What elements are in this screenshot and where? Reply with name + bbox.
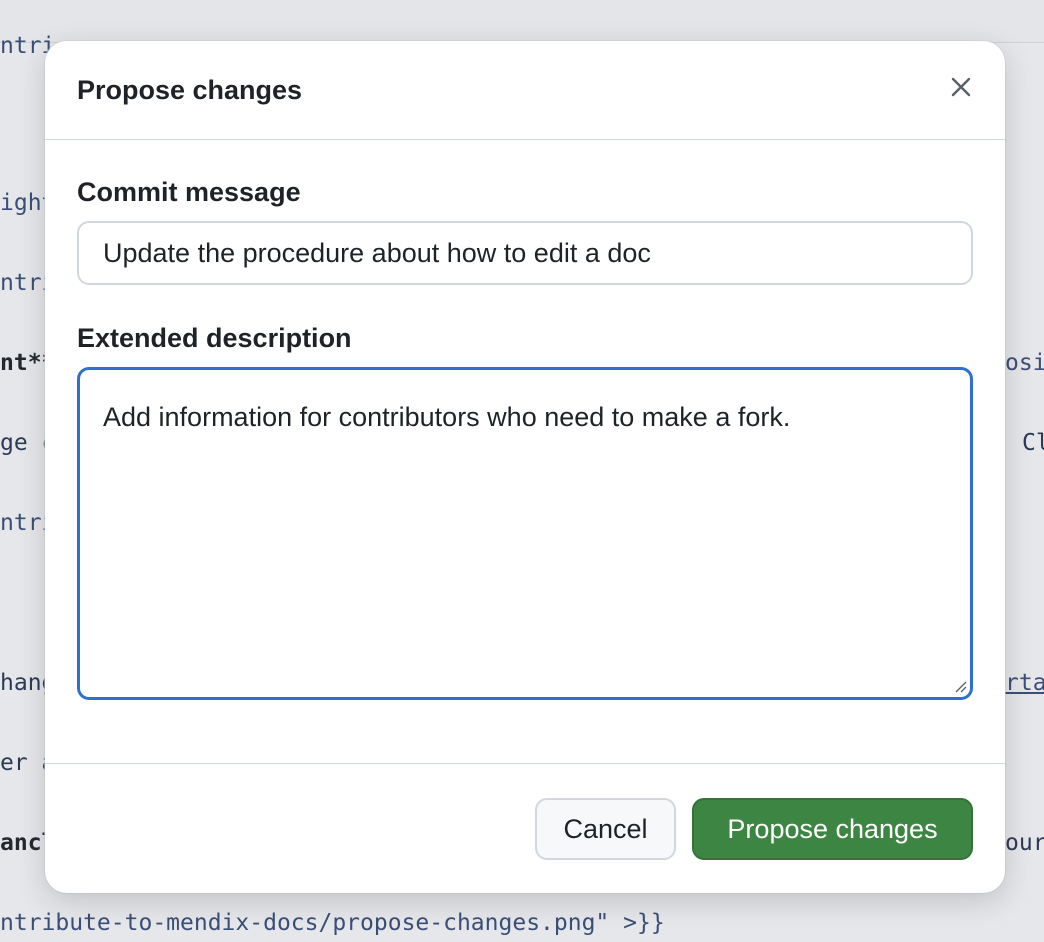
extended-description-label: Extended description	[77, 323, 352, 353]
cancel-button[interactable]: Cancel	[535, 798, 676, 860]
close-icon	[951, 77, 971, 97]
background-code-line: osi	[1005, 350, 1044, 376]
dialog-header: Propose changes	[45, 41, 1005, 140]
background-topbar	[0, 0, 1044, 43]
propose-changes-button[interactable]: Propose changes	[692, 798, 973, 860]
commit-message-input[interactable]	[77, 221, 973, 285]
background-code-line: Cl	[1022, 430, 1044, 456]
background-code-link: rtal	[1005, 670, 1044, 696]
background-code-line: ntribute-to-mendix-docs/propose-changes.…	[0, 910, 665, 936]
commit-message-label: Commit message	[77, 177, 301, 207]
resize-handle-icon[interactable]	[953, 679, 967, 693]
background-code-line: our	[1005, 830, 1044, 856]
propose-changes-dialog: Propose changes Commit message Extended …	[45, 41, 1005, 893]
footer-divider	[45, 763, 1005, 764]
extended-description-textarea[interactable]: Add information for contributors who nee…	[77, 367, 973, 700]
dialog-title: Propose changes	[77, 75, 303, 105]
close-button[interactable]	[945, 71, 977, 103]
